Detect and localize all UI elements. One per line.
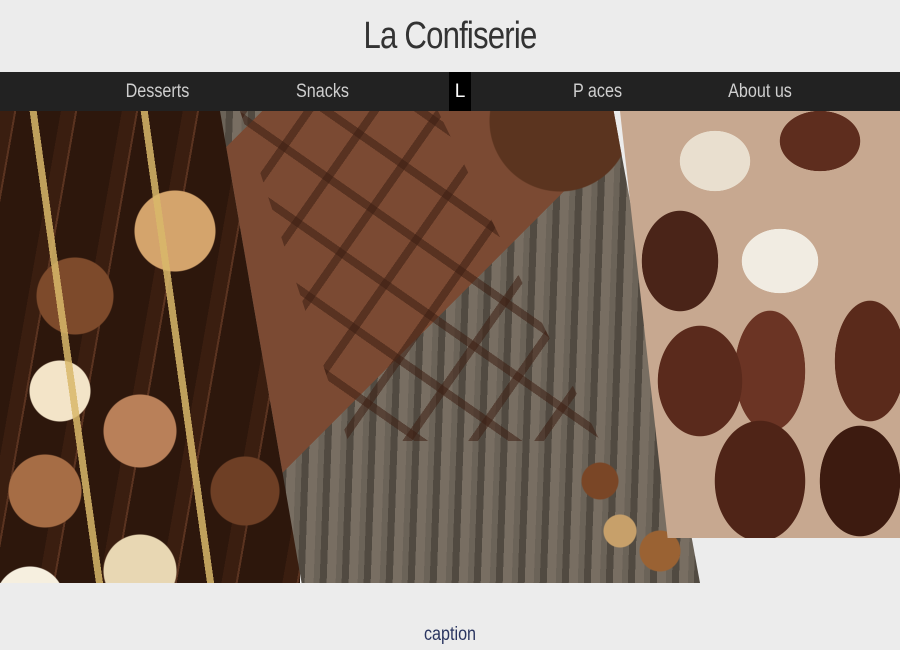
photo-gallery (0, 111, 900, 583)
nav-item-snacks[interactable]: Snacks (278, 72, 367, 111)
nav-logo[interactable]: L (449, 72, 471, 111)
nav-item-desserts[interactable]: Desserts (113, 72, 202, 111)
site-title: La Confiserie (363, 14, 538, 57)
nav-item-places[interactable]: P aces (553, 72, 642, 111)
photo-chocolate-truffles (620, 111, 900, 538)
nav-item-about-us[interactable]: About us (713, 72, 807, 111)
gallery-caption: caption (423, 624, 477, 645)
main-navbar: Desserts Snacks L P aces About us (0, 72, 900, 111)
